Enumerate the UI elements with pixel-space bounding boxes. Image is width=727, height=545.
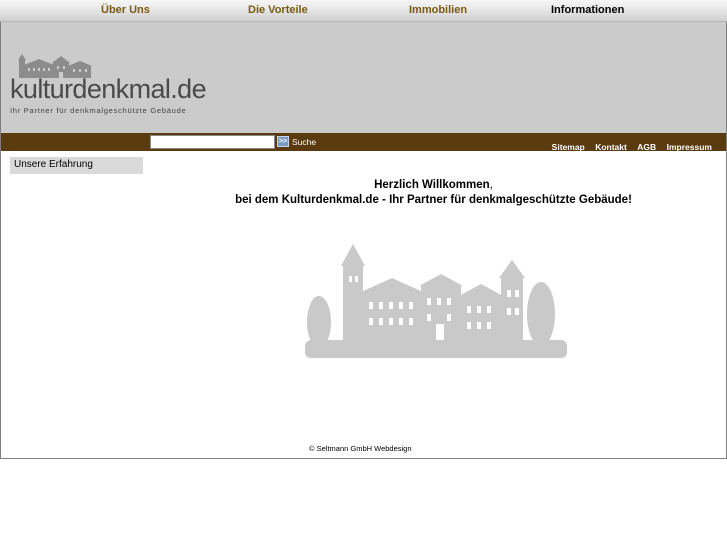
page-frame: kulturdenkmal.de Ihr Partner für denkmal… <box>0 22 727 459</box>
search-label: Suche <box>292 137 317 147</box>
utility-links: Sitemap Kontakt AGB Impressum <box>546 137 712 155</box>
top-navigation: Über Uns Die Vorteile Immobilien Informa… <box>0 0 727 22</box>
footer-copyright: © Seltmann GmbH Webdesign <box>309 444 412 453</box>
logo-tagline: Ihr Partner für denkmalgeschützte Gebäud… <box>10 106 187 115</box>
castle-illustration <box>305 244 567 358</box>
welcome-text: Herzlich Willkommen, bei dem Kulturdenkm… <box>141 178 726 208</box>
nav-item-ueber-uns[interactable]: Über Uns <box>101 4 150 16</box>
nav-item-immobilien[interactable]: Immobilien <box>409 4 467 16</box>
search-submit-button[interactable]: >> <box>277 136 289 147</box>
link-agb[interactable]: AGB <box>637 142 656 152</box>
welcome-heading: Herzlich Willkommen <box>374 179 490 191</box>
header: kulturdenkmal.de Ihr Partner für denkmal… <box>1 22 726 133</box>
site-logo[interactable]: kulturdenkmal.de Ihr Partner für denkmal… <box>10 54 215 116</box>
toolbar: >> Suche Sitemap Kontakt AGB Impressum <box>1 133 726 152</box>
logo-title: kulturdenkmal.de <box>10 74 207 104</box>
link-sitemap[interactable]: Sitemap <box>552 142 585 152</box>
welcome-comma: , <box>489 179 493 191</box>
link-kontakt[interactable]: Kontakt <box>595 142 627 152</box>
nav-item-die-vorteile[interactable]: Die Vorteile <box>248 4 308 16</box>
link-impressum[interactable]: Impressum <box>667 142 712 152</box>
sidebar-item-unsere-erfahrung[interactable]: Unsere Erfahrung <box>10 157 143 174</box>
welcome-subheading: bei dem Kulturdenkmal.de - Ihr Partner f… <box>235 194 632 206</box>
search-input[interactable] <box>150 135 275 149</box>
nav-item-informationen[interactable]: Informationen <box>551 4 624 16</box>
